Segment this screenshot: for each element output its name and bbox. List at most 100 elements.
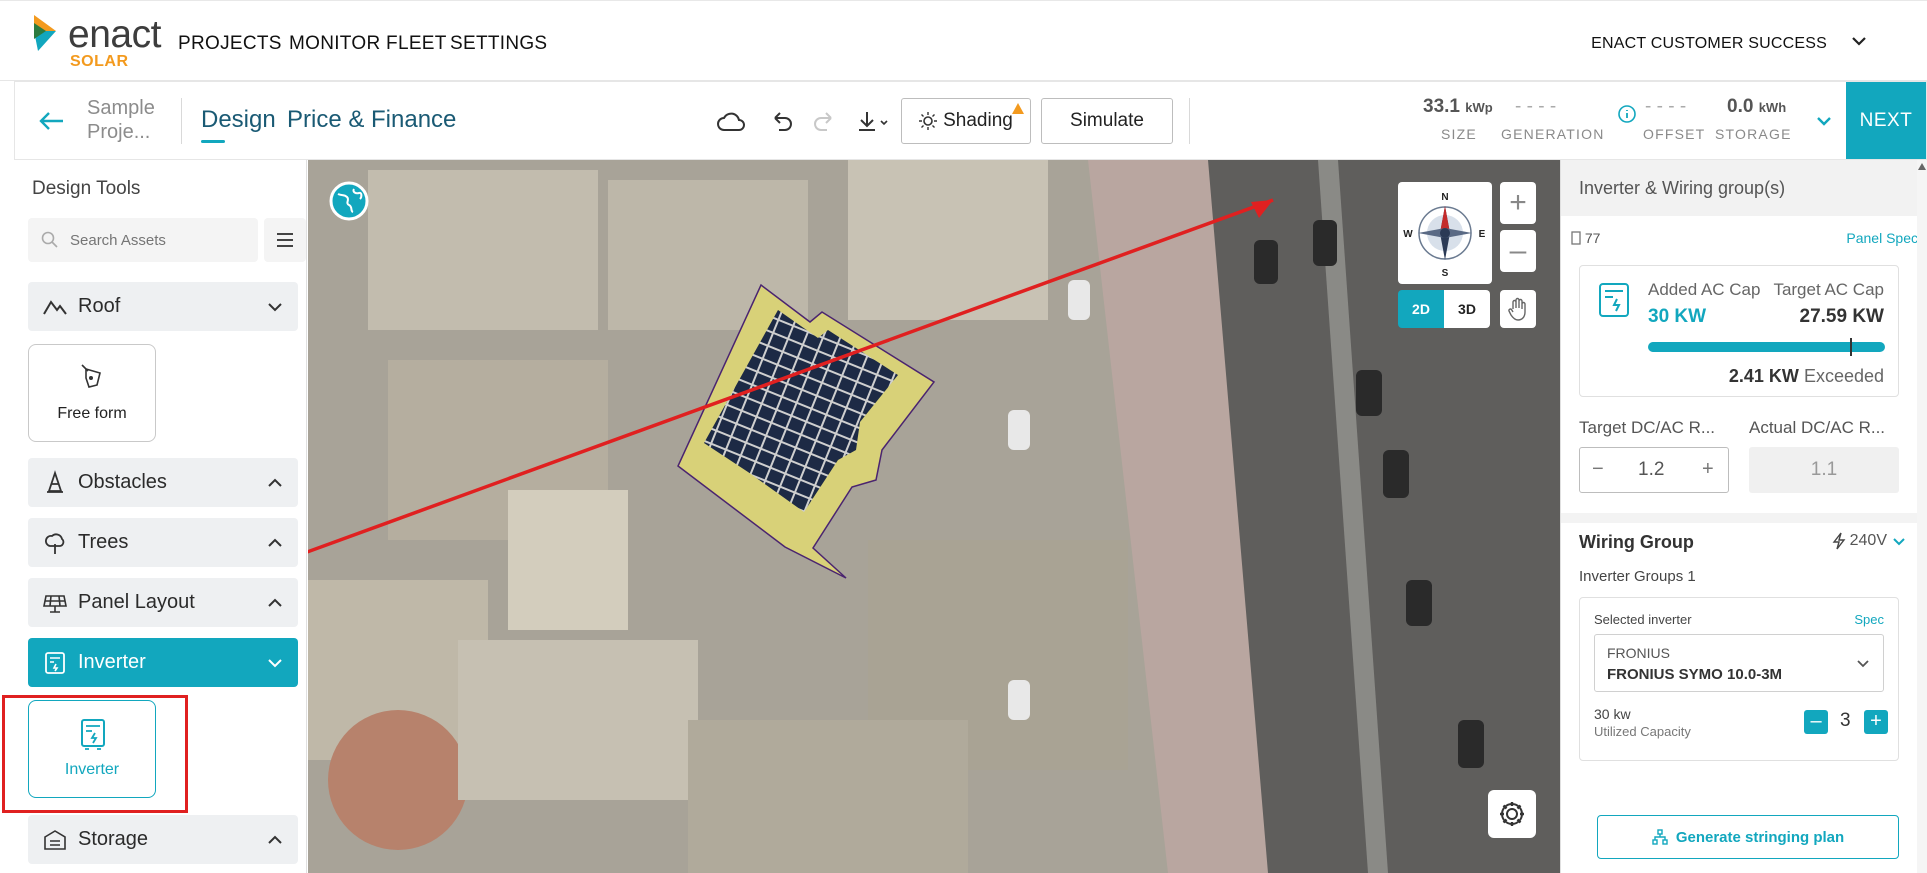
redo-icon[interactable] — [809, 106, 841, 138]
chevron-down-icon — [268, 659, 282, 668]
search-icon — [41, 231, 58, 248]
inverter-wiring-panel: Inverter & Wiring group(s) 77 Panel Spec… — [1560, 160, 1927, 873]
chevron-down-icon — [268, 303, 282, 312]
panel-spec-link[interactable]: Panel Spec — [1846, 230, 1918, 246]
category-label: Storage — [78, 828, 149, 850]
panel-scrollbar[interactable] — [1917, 160, 1927, 873]
nav-projects[interactable]: PROJECTS — [178, 33, 282, 55]
category-obstacles[interactable]: Obstacles — [28, 458, 298, 507]
quantity-decrement-button[interactable]: – — [1804, 710, 1828, 734]
category-trees[interactable]: Trees — [28, 518, 298, 567]
simulate-button[interactable]: Simulate — [1041, 98, 1173, 144]
pan-button[interactable] — [1500, 290, 1536, 328]
inverter-icon — [45, 652, 65, 674]
logo-subtext: SOLAR — [70, 53, 129, 70]
cloud-save-icon[interactable] — [715, 106, 747, 138]
wiring-group-title: Wiring Group — [1579, 532, 1694, 552]
spec-link[interactable]: Spec — [1854, 612, 1884, 627]
voltage-value: 240V — [1849, 532, 1887, 549]
category-label: Inverter — [78, 651, 146, 673]
inverter-model: FRONIUS SYMO 10.0-3M — [1607, 666, 1783, 683]
shading-button[interactable]: Shading — [901, 98, 1031, 144]
added-ac-cap-label: Added AC Cap — [1648, 280, 1761, 299]
back-arrow-icon[interactable] — [35, 104, 69, 138]
category-storage[interactable]: Storage — [28, 815, 298, 864]
voltage-selector[interactable]: 240V — [1832, 532, 1907, 550]
logo-text: enact — [68, 13, 161, 56]
pen-tool-icon — [81, 364, 101, 388]
roof-icon — [43, 300, 67, 315]
next-button[interactable]: NEXT — [1846, 82, 1926, 159]
nav-settings[interactable]: SETTINGS — [450, 33, 547, 55]
map-settings-button[interactable] — [1488, 790, 1536, 838]
panel-header: Inverter & Wiring group(s) — [1561, 160, 1918, 216]
generation-label: GENERATION — [1501, 126, 1605, 142]
quantity-value: 3 — [1840, 710, 1851, 731]
category-label: Roof — [78, 295, 121, 317]
globe-icon[interactable] — [328, 180, 370, 222]
category-roof[interactable]: Roof — [28, 282, 298, 331]
storage-icon — [44, 830, 66, 850]
increment-button[interactable]: + — [1702, 458, 1714, 481]
view-3d-button[interactable]: 3D — [1444, 290, 1490, 328]
warning-icon — [1012, 103, 1024, 114]
storage-value: 0.0 kWh — [1727, 96, 1786, 118]
inverter-select[interactable]: FRONIUS FRONIUS SYMO 10.0-3M — [1594, 634, 1884, 692]
exceeded-value: 2.41 KW — [1728, 366, 1799, 386]
menu-button[interactable] — [264, 218, 306, 262]
decrement-button[interactable]: − — [1592, 458, 1604, 481]
added-ac-cap-value: 30 KW — [1648, 306, 1707, 327]
satellite-map-canvas[interactable]: N S E W + – 2D 3D — [308, 160, 1560, 873]
target-ratio-stepper[interactable]: − 1.2 + — [1579, 447, 1729, 493]
chevron-down-icon[interactable] — [1847, 29, 1871, 53]
info-icon[interactable] — [1617, 104, 1637, 124]
chevron-up-icon — [268, 538, 282, 547]
hamburger-icon — [277, 233, 293, 247]
tab-design[interactable]: Design — [201, 106, 276, 134]
chevron-down-icon[interactable] — [1813, 110, 1835, 132]
compass-w: W — [1403, 229, 1413, 240]
top-navigation: enact SOLAR PROJECTS MONITOR FLEET SETTI… — [0, 0, 1927, 81]
inverter-groups-label: Inverter Groups 1 — [1579, 568, 1696, 585]
utilized-capacity-label: Utilized Capacity — [1594, 724, 1691, 739]
design-toolbar: Sample Proje... Design Price & Finance S… — [14, 81, 1927, 160]
target-ac-cap-label: Target AC Cap — [1773, 280, 1884, 299]
zoom-out-button[interactable]: – — [1500, 230, 1536, 272]
nav-monitor-fleet[interactable]: MONITOR FLEET — [289, 33, 447, 55]
download-icon[interactable] — [853, 106, 893, 138]
actual-ratio-value: 1.1 — [1749, 447, 1899, 493]
account-menu[interactable]: ENACT CUSTOMER SUCCESS — [1591, 35, 1827, 53]
logo-mark-icon — [34, 15, 56, 51]
hierarchy-icon — [1652, 829, 1668, 845]
utilized-capacity-value: 30 kw — [1594, 706, 1631, 722]
category-inverter[interactable]: Inverter — [28, 638, 298, 687]
gear-icon — [1500, 802, 1524, 826]
solar-panel-icon — [43, 595, 67, 613]
size-label: SIZE — [1441, 126, 1477, 142]
shading-label: Shading — [943, 110, 1013, 131]
target-marker — [1850, 338, 1852, 356]
offset-value: - - - - — [1645, 96, 1687, 117]
storage-unit: kWh — [1758, 100, 1787, 115]
compass[interactable]: N S E W — [1398, 182, 1492, 284]
view-2d-button[interactable]: 2D — [1398, 290, 1444, 328]
tile-label: Free form — [57, 405, 127, 422]
tab-price-finance[interactable]: Price & Finance — [287, 106, 456, 134]
free-form-tool[interactable]: Free form — [28, 344, 156, 442]
quantity-increment-button[interactable]: + — [1864, 710, 1888, 734]
generate-stringing-plan-button[interactable]: Generate stringing plan — [1597, 815, 1899, 859]
category-panel-layout[interactable]: Panel Layout — [28, 578, 298, 627]
target-ratio-value[interactable]: 1.2 — [1638, 459, 1664, 481]
search-box[interactable] — [28, 218, 258, 262]
inverter-group-card: Selected inverter Spec FRONIUS FRONIUS S… — [1579, 597, 1899, 761]
compass-e: E — [1479, 229, 1486, 240]
inverter-icon — [1599, 283, 1629, 317]
search-input[interactable] — [70, 228, 250, 252]
undo-icon[interactable] — [765, 106, 797, 138]
zoom-in-button[interactable]: + — [1500, 182, 1536, 224]
chevron-down-icon — [1893, 538, 1905, 546]
size-value: 33.1 kWp — [1423, 96, 1493, 118]
enact-logo[interactable]: enact SOLAR — [30, 13, 190, 73]
tree-icon — [45, 533, 65, 554]
generate-label: Generate stringing plan — [1675, 828, 1845, 846]
